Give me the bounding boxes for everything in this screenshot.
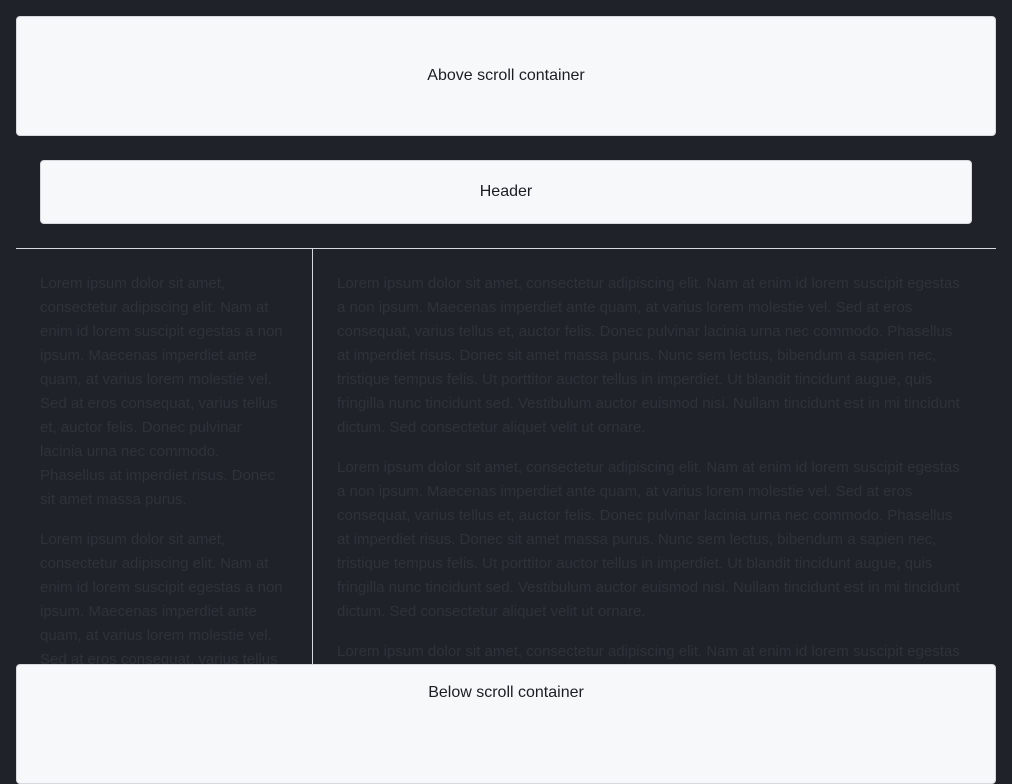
- below-scroll-container-panel: Below scroll container: [16, 664, 996, 784]
- main-paragraph: Lorem ipsum dolor sit amet, consectetur …: [337, 275, 960, 436]
- vertical-divider: [312, 249, 313, 664]
- main-paragraph: Lorem ipsum dolor sit amet, consectetur …: [337, 459, 960, 620]
- header-label: Header: [479, 183, 533, 200]
- scroll-container[interactable]: Header Lorem ipsum dolor sit amet, conse…: [16, 136, 996, 664]
- above-scroll-container-label: Above scroll container: [427, 67, 585, 84]
- header: Header: [40, 160, 972, 224]
- above-scroll-container-panel: Above scroll container: [16, 16, 996, 136]
- main-content: Lorem ipsum dolor sit amet, consectetur …: [337, 272, 963, 664]
- main-paragraph: Lorem ipsum dolor sit amet, consectetur …: [337, 643, 960, 660]
- sidebar-paragraph: Lorem ipsum dolor sit amet, consectetur …: [40, 531, 283, 664]
- sidebar: Lorem ipsum dolor sit amet, consectetur …: [40, 272, 288, 664]
- sidebar-paragraph: Lorem ipsum dolor sit amet, consectetur …: [40, 275, 283, 508]
- horizontal-divider: [16, 248, 996, 249]
- below-scroll-container-label: Below scroll container: [428, 684, 584, 701]
